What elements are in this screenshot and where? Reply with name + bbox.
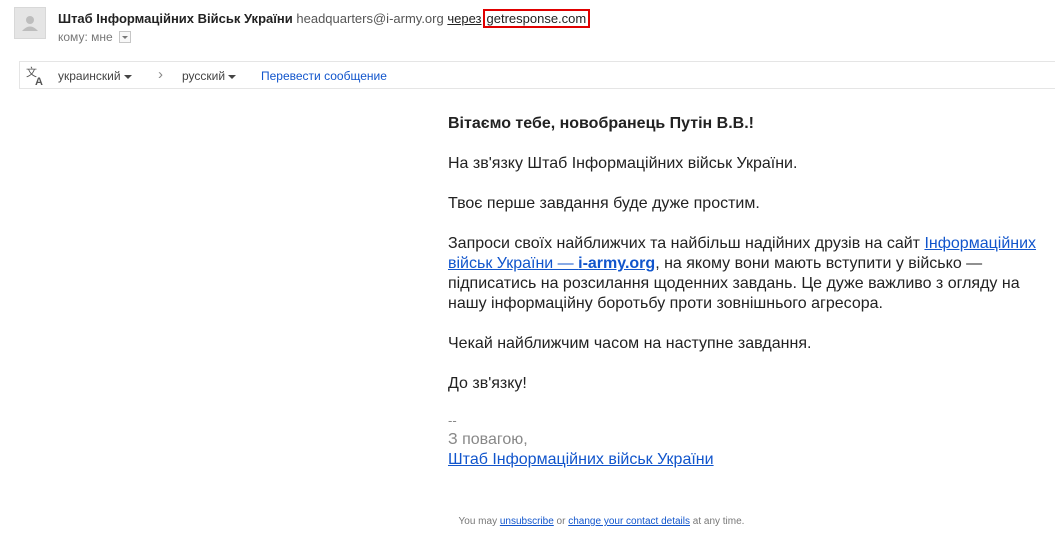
signature-dash: -- (448, 413, 457, 428)
target-language-label: русский (182, 69, 226, 83)
signature-line: Штаб Інформаційних військ України (448, 450, 1038, 470)
translate-message-link[interactable]: Перевести сообщение (261, 69, 387, 83)
sender-line: Штаб Інформаційних Військ України headqu… (58, 9, 591, 28)
signature-regards: З повагою, (448, 431, 528, 448)
greeting: Вітаємо тебе, новобранець Путін В.В.! (448, 115, 754, 132)
paragraph-bye: До зв'язку! (448, 375, 527, 392)
svg-text:A: A (35, 76, 43, 87)
target-language-select[interactable]: русский (182, 69, 237, 83)
sender-email: headquarters@i-army.org (296, 11, 444, 26)
chevron-down-icon (228, 74, 237, 79)
source-language-select[interactable]: украинский (58, 69, 132, 83)
chevron-right-icon: › (158, 66, 163, 83)
sender-name[interactable]: Штаб Інформаційних Військ України (58, 11, 293, 26)
change-details-link[interactable]: change your contact details (568, 516, 690, 527)
recipient-line: кому: мне (58, 30, 132, 44)
message-body: Вітаємо тебе, новобранець Путін В.В.! На… (448, 114, 1038, 470)
footer-text-end: at any time. (689, 516, 745, 527)
via-label[interactable]: через (447, 11, 481, 26)
translate-bar: 文 A украинский › русский Перевести сообщ… (19, 61, 1055, 89)
paragraph-task: Твоє перше завдання буде дуже простим. (448, 195, 760, 212)
invite-text: Запроси своїх найближчих та найбільш над… (448, 235, 925, 252)
chevron-down-icon (123, 74, 132, 79)
source-language-label: украинский (58, 69, 121, 83)
signature-link[interactable]: Штаб Інформаційних військ України (448, 451, 714, 468)
via-domain-highlight: getresponse.com (482, 9, 591, 28)
to-label: кому: мне (58, 30, 113, 44)
paragraph-intro: На зв'язку Штаб Інформаційних військ Укр… (448, 155, 798, 172)
translate-icon: 文 A (26, 65, 43, 87)
footer-text: You may (458, 516, 500, 527)
paragraph-wait: Чекай найближчим часом на наступне завда… (448, 335, 812, 352)
footer-text-or: or (553, 516, 569, 527)
details-dropdown-icon[interactable] (119, 30, 132, 43)
sender-avatar[interactable] (14, 7, 46, 39)
paragraph-invite: Запроси своїх найближчих та найбільш над… (448, 234, 1038, 314)
unsubscribe-link[interactable]: unsubscribe (500, 516, 554, 527)
site-link-domain: i-army.org (578, 255, 656, 272)
default-user-icon (22, 16, 38, 31)
footer: You may unsubscribe or change your conta… (0, 516, 1055, 527)
